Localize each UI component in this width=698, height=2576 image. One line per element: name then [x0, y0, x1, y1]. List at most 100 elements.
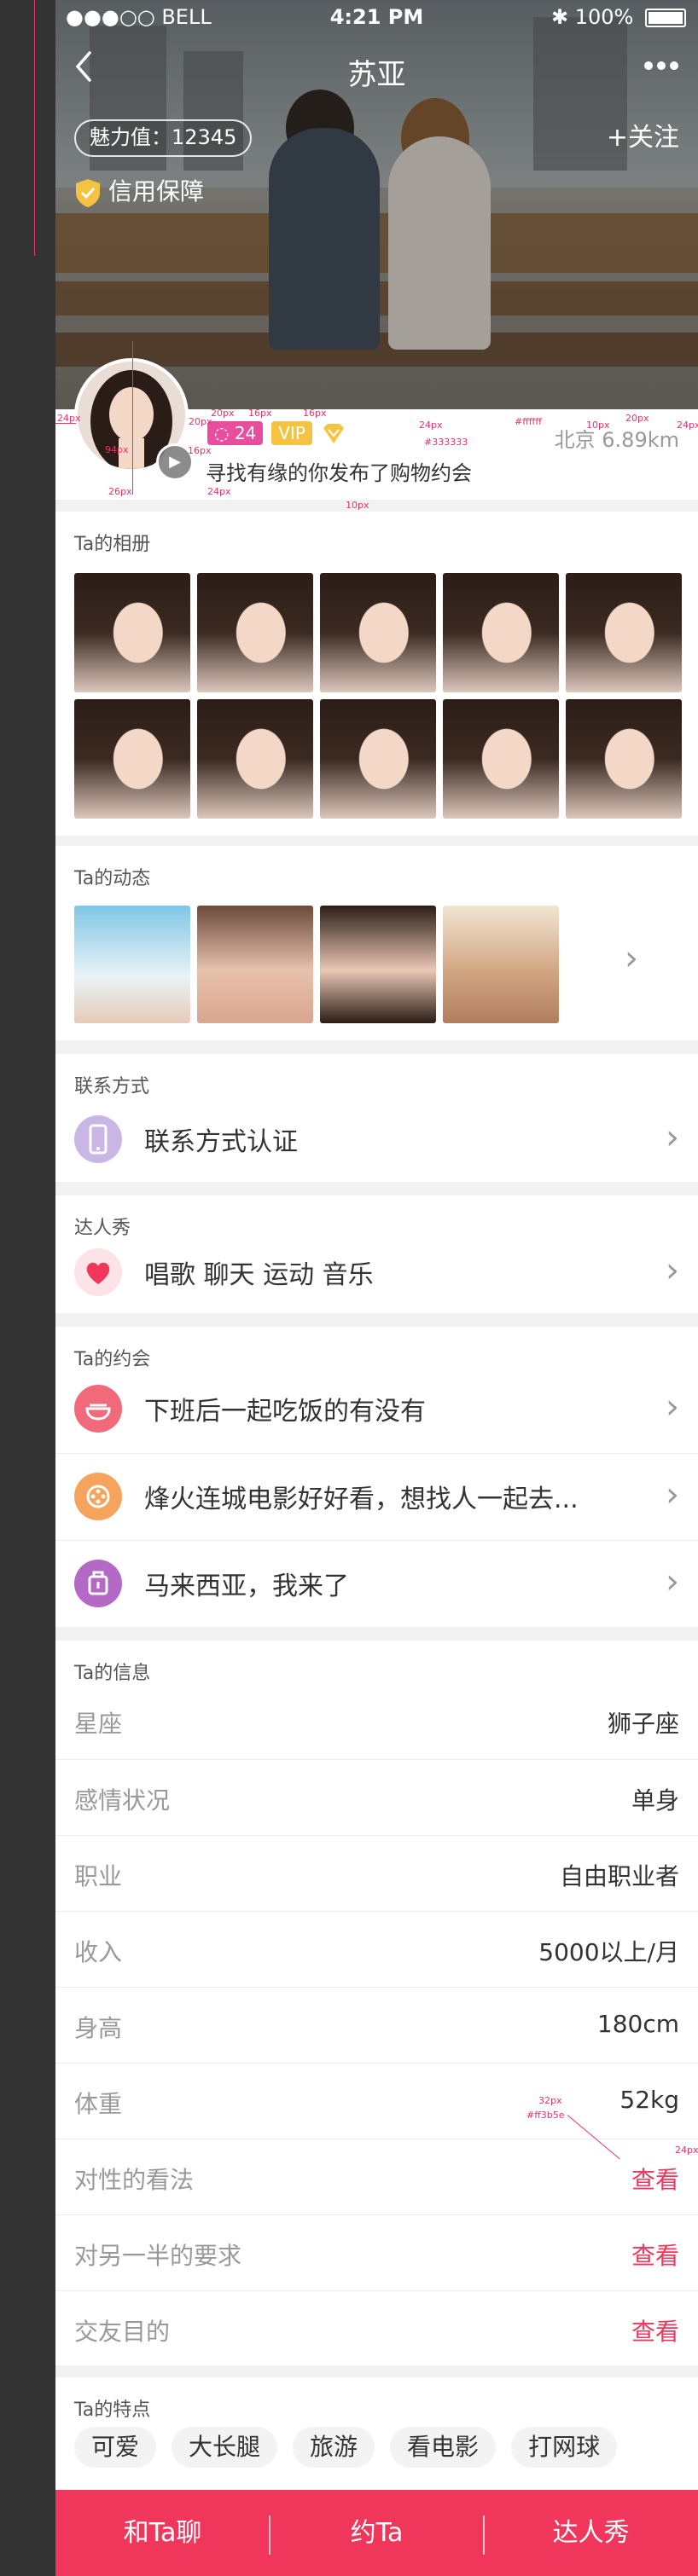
more-dots-icon	[644, 61, 678, 70]
chevron-right-icon: ›	[666, 1562, 679, 1601]
talent-section: 达人秀 唱歌 聊天 运动 音乐 ›	[55, 1195, 698, 1313]
spec-label: 24px	[207, 486, 231, 497]
bowl-icon	[74, 1385, 122, 1433]
contact-verify-label: 联系方式认证	[144, 1127, 298, 1157]
album-photo[interactable]	[197, 699, 313, 819]
info-row[interactable]: 交友目的 查看	[55, 2290, 698, 2366]
spec-label: 24px	[57, 413, 81, 424]
moment-photo[interactable]	[320, 906, 436, 1023]
album-photo[interactable]	[74, 699, 190, 819]
date-button[interactable]: 约Ta	[270, 2490, 484, 2576]
distance-label: 北京 6.89km	[554, 428, 679, 452]
guarantee-label: 信用保障	[108, 177, 205, 206]
charm-value-badge: 魅力值：12345	[74, 119, 253, 157]
status-bar: ●●●○○ BELL 4:21 PM ✱ 100%	[55, 0, 698, 34]
album-photo[interactable]	[566, 699, 682, 819]
info-row[interactable]: 对另一半的要求 查看	[55, 2214, 698, 2290]
nav-bar: 苏亚	[55, 43, 698, 94]
chevron-right-icon: ›	[666, 1387, 679, 1427]
chevron-right-icon[interactable]: ›	[625, 940, 638, 977]
info-row[interactable]: 对性的看法 查看	[55, 2139, 698, 2214]
info-row: 收入 5000以上/月	[55, 1911, 698, 1987]
moment-photo[interactable]	[197, 906, 313, 1023]
spec-label: 94px	[105, 444, 129, 455]
date-row[interactable]: 烽火连城电影好好看，想找人一起去... ›	[55, 1453, 698, 1539]
chat-button[interactable]: 和Ta聊	[55, 2490, 270, 2576]
credit-guarantee: 信用保障	[74, 175, 204, 209]
spec-label: 24px	[675, 2145, 698, 2156]
features-section: Ta的特点 可爱 大长腿 旅游 看电影 打网球	[55, 2377, 698, 2490]
profile-description: 寻找有缘的你发布了购物约会	[206, 461, 472, 485]
date-text: 下班后一起吃饭的有没有	[144, 1397, 426, 1427]
talent-show-button[interactable]: 达人秀	[484, 2490, 698, 2576]
spec-label: 10px	[586, 420, 610, 431]
bottom-action-bar: 和Ta聊 约Ta 达人秀	[55, 2490, 698, 2576]
spec-label: 24px	[419, 420, 443, 431]
contact-verify-row[interactable]: 联系方式认证 ›	[55, 1097, 698, 1182]
date-text: 马来西亚，我来了	[144, 1572, 349, 1601]
album-photo[interactable]	[566, 573, 682, 692]
info-value: 180cm	[596, 2010, 679, 2038]
info-value: 自由职业者	[559, 1862, 679, 1890]
info-value: 5000以上/月	[538, 1938, 679, 1966]
view-link[interactable]: 查看	[631, 2237, 679, 2272]
spec-label: 20px	[189, 416, 212, 427]
contact-title: 联系方式	[74, 1076, 150, 1097]
spec-label: #ffffff	[515, 416, 542, 427]
spec-label: #ff3b5e	[526, 2110, 565, 2121]
chevron-right-icon: ›	[666, 1475, 679, 1514]
date-row[interactable]: 马来西亚，我来了 ›	[55, 1540, 698, 1626]
info-value: 52kg	[619, 2086, 679, 2114]
album-photo[interactable]	[320, 573, 436, 692]
ruler-gutter	[0, 0, 55, 2576]
spec-label: 16px	[303, 408, 327, 419]
album-photo[interactable]	[320, 699, 436, 819]
spec-label: 16px	[188, 445, 212, 456]
info-row: 身高 180cm	[55, 1987, 698, 2063]
info-value: 单身	[631, 1786, 679, 1815]
follow-button[interactable]: +关注	[607, 116, 679, 153]
moments-section: Ta的动态 ›	[55, 846, 698, 1040]
more-button[interactable]	[642, 46, 681, 94]
spec-label: 26px	[108, 486, 132, 497]
spec-label: 10px	[346, 500, 369, 511]
album-photo[interactable]	[443, 573, 559, 692]
view-link[interactable]: 查看	[631, 2313, 679, 2347]
play-icon: ▶	[169, 453, 181, 471]
chat-bubble-icon: ◌	[214, 423, 230, 443]
spec-line	[132, 341, 133, 495]
vip-badge: VIP	[271, 421, 312, 445]
date-row[interactable]: 下班后一起吃饭的有没有 ›	[55, 1366, 698, 1451]
moment-photo[interactable]	[74, 906, 190, 1023]
info-label: 感情状况	[74, 1786, 171, 1815]
feature-tags: 可爱 大长腿 旅游 看电影 打网球	[74, 2427, 632, 2468]
info-row: 体重 52kg	[55, 2063, 698, 2139]
battery-status: ✱ 100%	[551, 5, 686, 29]
features-title: Ta的特点	[74, 2399, 151, 2421]
info-label: 交友目的	[74, 2318, 171, 2346]
album-title: Ta的相册	[74, 534, 151, 555]
view-link[interactable]: 查看	[631, 2162, 679, 2196]
album-photo[interactable]	[74, 573, 190, 692]
spec-label: 24px	[677, 420, 698, 431]
page-title: 苏亚	[347, 58, 406, 92]
info-label: 星座	[74, 1710, 123, 1738]
spec-line	[34, 0, 35, 256]
phone-screen: ●●●○○ BELL 4:21 PM ✱ 100% 苏亚 魅力值：12345 +…	[55, 0, 698, 2576]
moment-photo[interactable]	[443, 906, 559, 1023]
phone-icon	[74, 1115, 122, 1163]
battery-icon	[645, 9, 686, 27]
spec-label: 32px	[538, 2095, 562, 2106]
info-section: Ta的信息 星座 狮子座 感情状况 单身 职业 自由职业者 收入 5000以上/月 身高 180c…	[55, 1641, 698, 2365]
info-title: Ta的信息	[74, 1663, 151, 1684]
info-row: 感情状况 单身	[55, 1759, 698, 1835]
album-photo[interactable]	[443, 699, 559, 819]
bluetooth-icon: ✱	[550, 5, 569, 29]
info-label: 对另一半的要求	[74, 2242, 242, 2270]
album-photo[interactable]	[197, 573, 313, 692]
spec-label: 16px	[248, 408, 272, 419]
info-label: 体重	[74, 2090, 123, 2118]
chevron-right-icon: ›	[666, 1251, 679, 1290]
talent-row[interactable]: 唱歌 聊天 运动 音乐 ›	[55, 1230, 698, 1315]
message-count-badge: ◌ 24	[207, 421, 264, 445]
